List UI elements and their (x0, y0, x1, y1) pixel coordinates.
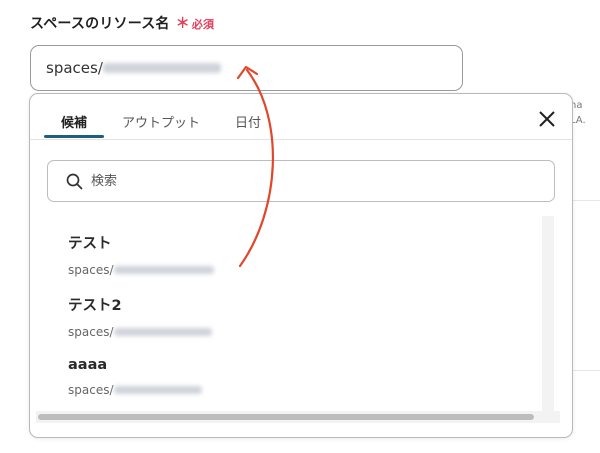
item-subtitle: spaces/ (68, 263, 214, 277)
search-box (47, 160, 555, 202)
horizontal-scrollbar-thumb[interactable] (38, 414, 534, 420)
item-subtitle-prefix: spaces/ (68, 325, 114, 339)
search-icon (66, 173, 83, 189)
tab-date[interactable]: 日付 (235, 112, 261, 131)
label-text: スペースのリソース名 (30, 16, 170, 32)
input-value-prefix: spaces/ (46, 59, 103, 77)
item-title: テスト (68, 236, 112, 252)
tab-output[interactable]: アウトプット (122, 112, 200, 131)
background-divider-1 (573, 200, 600, 201)
resource-name-label: スペースのリソース名 ＊必須 (30, 13, 214, 33)
resource-name-input[interactable]: spaces/ (30, 45, 463, 91)
item-subtitle: spaces/ (68, 325, 212, 339)
input-value-redacted (102, 63, 221, 73)
horizontal-scrollbar[interactable] (36, 411, 560, 423)
dropdown-tabs: 候補 アウトプット 日付 (30, 94, 572, 140)
tabs-divider (30, 139, 572, 140)
item-subtitle-redacted (113, 328, 212, 336)
close-button[interactable] (536, 108, 558, 130)
tab-candidates[interactable]: 候補 (61, 112, 87, 131)
list-item[interactable]: テスト spaces/ (68, 232, 214, 277)
suggestion-list: テスト spaces/ テスト2 spaces/ aaaa spaces/ (38, 218, 556, 408)
item-subtitle-redacted (113, 266, 214, 274)
item-subtitle: spaces/ (68, 383, 202, 397)
list-item[interactable]: aaaa spaces/ (68, 357, 202, 397)
suggestion-dropdown: 候補 アウトプット 日付 テスト spaces/ テスト2 (29, 93, 573, 438)
item-subtitle-redacted (113, 386, 202, 394)
close-icon (539, 111, 555, 127)
item-title: テスト2 (68, 298, 122, 314)
item-subtitle-prefix: spaces/ (68, 263, 114, 277)
required-text: 必須 (191, 18, 215, 31)
active-tab-indicator (44, 135, 104, 138)
list-item[interactable]: テスト2 spaces/ (68, 294, 212, 339)
item-subtitle-prefix: spaces/ (68, 383, 114, 397)
item-title: aaaa (68, 357, 108, 373)
search-input[interactable] (89, 172, 533, 190)
required-mark: ＊ (175, 16, 190, 32)
vertical-scrollbar[interactable] (542, 216, 554, 416)
background-divider-2 (573, 370, 600, 371)
